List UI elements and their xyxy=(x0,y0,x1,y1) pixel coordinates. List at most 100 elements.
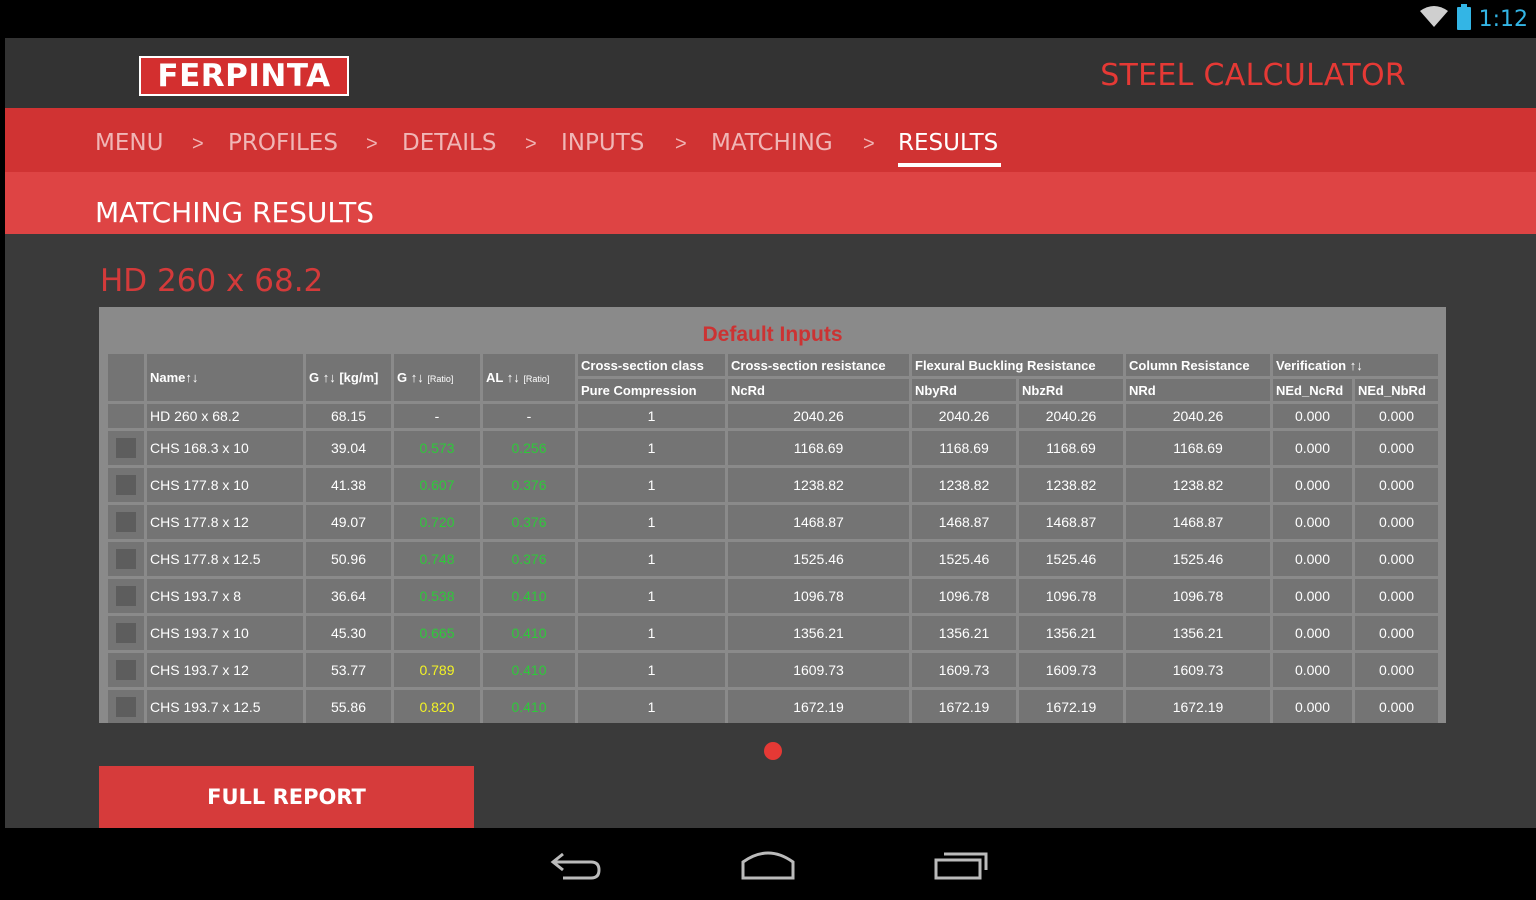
g-ratio-cell: 0.573 xyxy=(394,431,480,465)
nbzrd-cell: 1096.78 xyxy=(1019,579,1123,613)
table-row[interactable]: CHS 193.7 x 10 45.30 0.665 0.410 1 1356.21 135… xyxy=(108,616,1438,650)
nbzrd-cell: 1168.69 xyxy=(1019,431,1123,465)
nrd-cell: 2040.26 xyxy=(1126,404,1270,428)
row-checkbox[interactable] xyxy=(116,660,136,680)
table-heading: Default Inputs xyxy=(702,323,843,346)
g-ratio-label: G ↑↓ xyxy=(397,370,424,385)
ncrd-cell: 2040.26 xyxy=(728,404,909,428)
status-bar: 1:12 xyxy=(0,0,1536,38)
table-row[interactable]: CHS 193.7 x 12 53.77 0.789 0.410 1 1609.73 160… xyxy=(108,653,1438,687)
select-cell[interactable] xyxy=(108,653,144,687)
breadcrumb-details[interactable]: DETAILS xyxy=(402,130,496,156)
nrd-cell: 1525.46 xyxy=(1126,542,1270,576)
active-tab-indicator xyxy=(898,163,1001,167)
nrd-cell: 1468.87 xyxy=(1126,505,1270,539)
table-row[interactable]: CHS 193.7 x 12.5 55.86 0.820 0.410 1 1672.19 1… xyxy=(108,690,1438,723)
name-cell: HD 260 x 68.2 xyxy=(147,404,303,428)
ned-ncrd-cell: 0.000 xyxy=(1273,542,1352,576)
ned-nbrd-cell: 0.000 xyxy=(1355,690,1438,723)
nbyrd-cell: 1238.82 xyxy=(912,468,1016,502)
weight-cell: 68.15 xyxy=(306,404,391,428)
select-cell[interactable] xyxy=(108,616,144,650)
ncrd-cell: 1672.19 xyxy=(728,690,909,723)
reference-row: HD 260 x 68.2 68.15 - - 1 2040.26 2040.2… xyxy=(108,404,1438,428)
g-ratio-cell: 0.748 xyxy=(394,542,480,576)
nrd-cell: 1238.82 xyxy=(1126,468,1270,502)
table-row[interactable]: CHS 177.8 x 10 41.38 0.607 0.376 1 1238.82 123… xyxy=(108,468,1438,502)
nbzrd-cell: 1525.46 xyxy=(1019,542,1123,576)
clock-time: 1:12 xyxy=(1478,6,1528,32)
name-cell: CHS 193.7 x 12.5 xyxy=(147,690,303,723)
recent-apps-icon[interactable] xyxy=(931,848,991,882)
class-cell: 1 xyxy=(578,431,725,465)
class-cell: 1 xyxy=(578,616,725,650)
row-checkbox[interactable] xyxy=(116,438,136,458)
nrd-cell: 1609.73 xyxy=(1126,653,1270,687)
weight-column-header[interactable]: G ↑↓ [kg/m] xyxy=(306,354,391,401)
full-report-button[interactable]: FULL REPORT xyxy=(99,766,474,828)
select-cell[interactable] xyxy=(108,431,144,465)
back-icon[interactable] xyxy=(546,848,606,882)
weight-cell: 39.04 xyxy=(306,431,391,465)
section-title: MATCHING RESULTS xyxy=(95,196,375,229)
breadcrumb: MENU > PROFILES > DETAILS > INPUTS > MAT… xyxy=(5,108,1536,172)
select-cell[interactable] xyxy=(108,579,144,613)
ned-ncrd-cell: 0.000 xyxy=(1273,690,1352,723)
row-checkbox[interactable] xyxy=(116,697,136,717)
pure-compression-header: Pure Compression xyxy=(578,379,725,401)
row-checkbox[interactable] xyxy=(116,586,136,606)
breadcrumb-separator: > xyxy=(192,133,204,155)
home-icon[interactable] xyxy=(738,848,798,882)
breadcrumb-inputs[interactable]: INPUTS xyxy=(561,130,644,156)
g-ratio-column-header[interactable]: G ↑↓ [Ratio] xyxy=(394,354,480,401)
ned-ncrd-cell: 0.000 xyxy=(1273,579,1352,613)
breadcrumb-profiles[interactable]: PROFILES xyxy=(228,130,338,156)
nrd-cell: 1356.21 xyxy=(1126,616,1270,650)
table-row[interactable]: CHS 193.7 x 8 36.64 0.538 0.410 1 1096.78 1096… xyxy=(108,579,1438,613)
wifi-icon xyxy=(1419,5,1449,34)
nbyrd-cell: 1096.78 xyxy=(912,579,1016,613)
ned-ncrd-cell: 0.000 xyxy=(1273,404,1352,428)
ned-ncrd-cell: 0.000 xyxy=(1273,431,1352,465)
weight-cell: 49.07 xyxy=(306,505,391,539)
select-cell[interactable] xyxy=(108,468,144,502)
breadcrumb-menu[interactable]: MENU xyxy=(95,130,163,156)
row-checkbox[interactable] xyxy=(116,549,136,569)
app-title: STEEL CALCULATOR xyxy=(1100,58,1406,93)
verification-header[interactable]: Verification ↑↓ xyxy=(1273,354,1438,376)
results-table-panel[interactable]: Default Inputs Name↑↓ G ↑↓ [kg/m] G ↑↓ [… xyxy=(99,307,1446,723)
ncrd-header: NcRd xyxy=(728,379,909,401)
select-cell[interactable] xyxy=(108,690,144,723)
weight-cell: 45.30 xyxy=(306,616,391,650)
system-nav-bar xyxy=(0,828,1536,900)
ned-ncrd-cell: 0.000 xyxy=(1273,616,1352,650)
row-checkbox[interactable] xyxy=(116,475,136,495)
cross-section-resistance-header: Cross-section resistance xyxy=(728,354,909,376)
g-ratio-cell: 0.720 xyxy=(394,505,480,539)
class-cell: 1 xyxy=(578,404,725,428)
table-row[interactable]: CHS 177.8 x 12 49.07 0.720 0.376 1 1468.87 146… xyxy=(108,505,1438,539)
name-cell: CHS 177.8 x 10 xyxy=(147,468,303,502)
select-cell[interactable] xyxy=(108,542,144,576)
app-header: FERPINTA STEEL CALCULATOR xyxy=(5,38,1536,108)
nbyrd-header: NbyRd xyxy=(912,379,1016,401)
nbyrd-cell: 1356.21 xyxy=(912,616,1016,650)
weight-cell: 41.38 xyxy=(306,468,391,502)
row-checkbox[interactable] xyxy=(116,623,136,643)
ned-nbrd-cell: 0.000 xyxy=(1355,616,1438,650)
breadcrumb-results[interactable]: RESULTS xyxy=(898,130,998,156)
breadcrumb-matching[interactable]: MATCHING xyxy=(711,130,833,156)
row-checkbox[interactable] xyxy=(116,512,136,532)
ned-nbrd-cell: 0.000 xyxy=(1355,579,1438,613)
table-row[interactable]: CHS 168.3 x 10 39.04 0.573 0.256 1 1168.69 116… xyxy=(108,431,1438,465)
al-ratio-column-header[interactable]: AL ↑↓ [Ratio] xyxy=(483,354,575,401)
nbzrd-cell: 1356.21 xyxy=(1019,616,1123,650)
nbyrd-cell: 1672.19 xyxy=(912,690,1016,723)
ncrd-cell: 1525.46 xyxy=(728,542,909,576)
table-row[interactable]: CHS 177.8 x 12.5 50.96 0.748 0.376 1 1525.46 1… xyxy=(108,542,1438,576)
ncrd-cell: 1609.73 xyxy=(728,653,909,687)
weight-cell: 53.77 xyxy=(306,653,391,687)
name-column-header[interactable]: Name↑↓ xyxy=(147,354,303,401)
select-cell[interactable] xyxy=(108,505,144,539)
ferpinta-logo: FERPINTA xyxy=(139,56,349,96)
